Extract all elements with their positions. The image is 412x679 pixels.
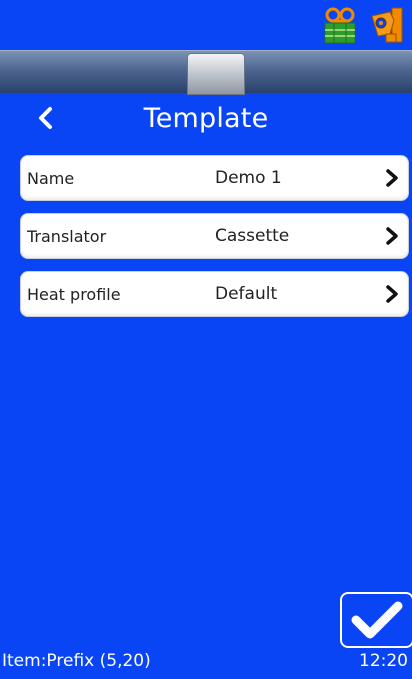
setting-value: Demo 1 bbox=[215, 168, 282, 188]
setting-label: Name bbox=[27, 168, 75, 188]
setting-row-translator[interactable]: Translator Cassette bbox=[20, 213, 409, 259]
chevron-left-icon bbox=[39, 107, 52, 129]
item-status: Item:Prefix (5,20) bbox=[2, 651, 151, 671]
chevron-right-icon bbox=[386, 169, 398, 187]
top-status-bar bbox=[0, 0, 412, 50]
back-button[interactable] bbox=[28, 100, 64, 136]
setting-value: Cassette bbox=[215, 226, 290, 246]
printhead-icon[interactable] bbox=[366, 6, 406, 46]
status-icons bbox=[320, 4, 406, 48]
pull-down-handle[interactable] bbox=[187, 53, 245, 95]
checkmark-icon bbox=[351, 601, 403, 639]
confirm-button[interactable] bbox=[340, 592, 412, 648]
setting-row-heat-profile[interactable]: Heat profile Default bbox=[20, 271, 409, 317]
setting-label: Translator bbox=[27, 226, 107, 246]
navigation-bar: Template bbox=[0, 92, 412, 144]
setting-label: Heat profile bbox=[27, 284, 121, 304]
settings-list: Name Demo 1 Translator Cassette Heat pro… bbox=[20, 155, 409, 329]
cassette-icon[interactable] bbox=[320, 6, 360, 46]
clock: 12:20 bbox=[359, 651, 408, 671]
setting-row-name[interactable]: Name Demo 1 bbox=[20, 155, 409, 201]
chevron-right-icon bbox=[386, 227, 398, 245]
setting-value: Default bbox=[215, 284, 278, 304]
chevron-right-icon bbox=[386, 285, 398, 303]
